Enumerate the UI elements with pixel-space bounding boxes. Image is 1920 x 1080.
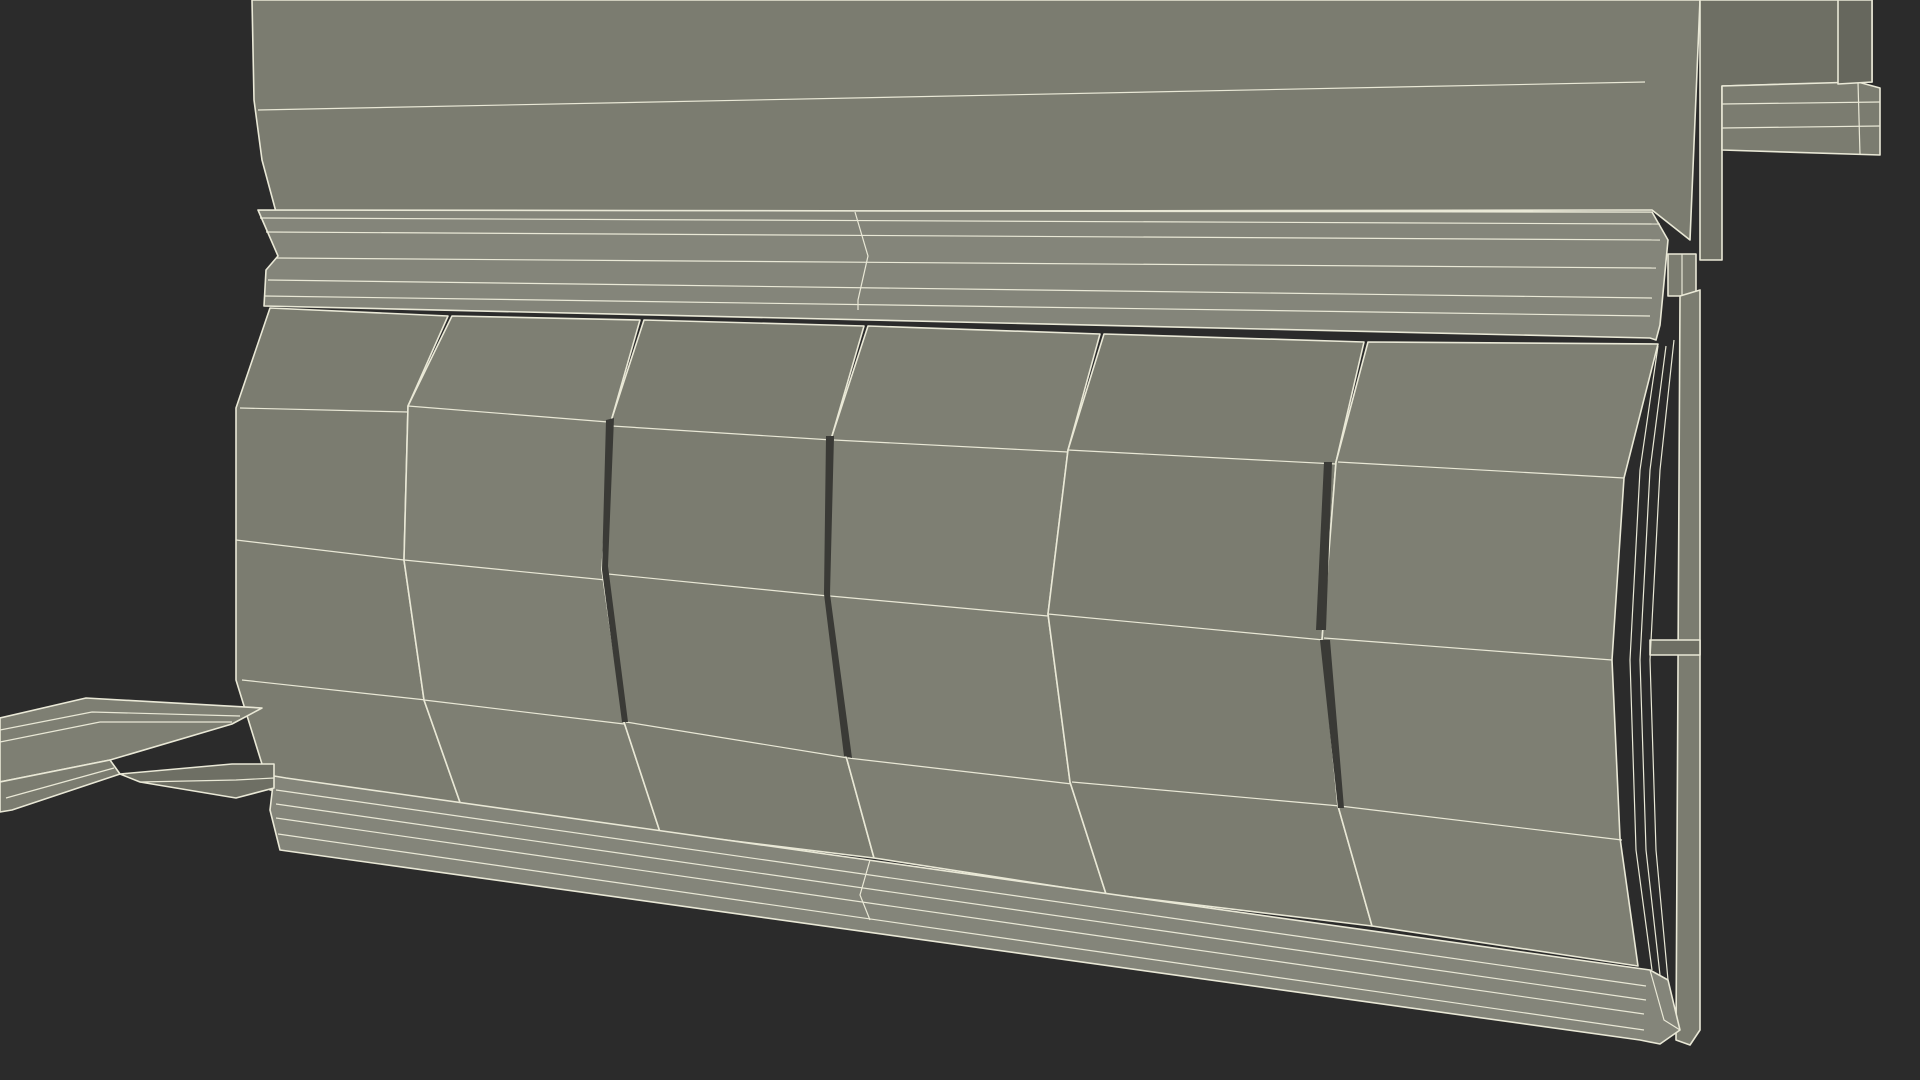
slat-6 [1321, 341, 1659, 967]
rail-connector [1667, 253, 1697, 297]
right-frame-side [1649, 639, 1701, 656]
right-bracket-upper [1837, 0, 1873, 85]
right-frame-face [1675, 289, 1701, 1046]
right-frame [1649, 289, 1701, 1046]
left-strap [0, 697, 275, 813]
top-panel [251, 0, 1701, 241]
right-bracket [1699, 0, 1881, 261]
3d-viewport[interactable] [0, 0, 1920, 1080]
top-panel-face [251, 0, 1701, 241]
right-bracket-arm [1721, 81, 1881, 156]
wireframe-model-render [0, 0, 1881, 1046]
